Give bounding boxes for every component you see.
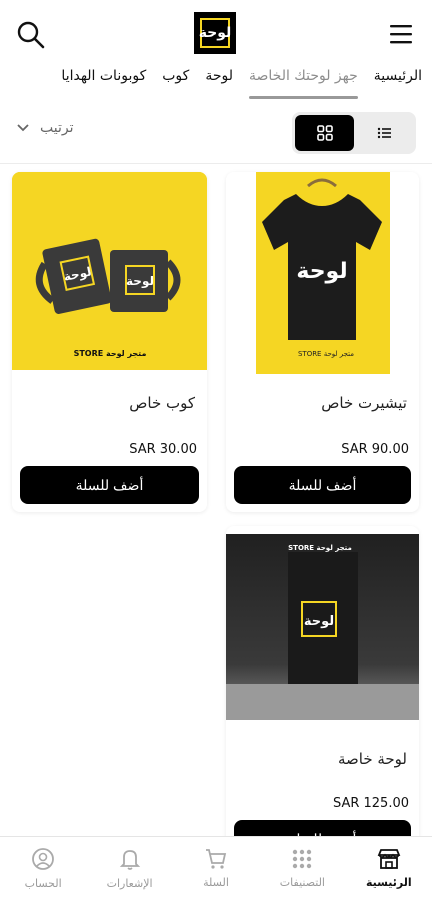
- svg-text:STORE متجر لوحة: STORE متجر لوحة: [288, 544, 352, 552]
- product-title: كوب خاص: [129, 394, 195, 412]
- grid-icon: [316, 125, 333, 141]
- product-price: SAR 125.00: [332, 796, 409, 811]
- product-image-board: STORE متجر لوحة لوحة: [226, 534, 419, 720]
- store-logo[interactable]: لوحة: [194, 12, 236, 54]
- tab-board[interactable]: لوحة: [205, 62, 233, 102]
- sort-dropdown[interactable]: ترتيب: [16, 120, 74, 136]
- nav-label: الرئيسية: [365, 876, 412, 889]
- top-bar: لوحة: [0, 0, 432, 62]
- logo-frame: لوحة: [198, 18, 232, 48]
- list-icon: [377, 127, 391, 139]
- product-image-mug: لوحة لوحة STORE متجر لوحة: [12, 172, 207, 370]
- bottom-navigation: الرئيسية التصنيفات السلة الإشعارات الحسا…: [0, 836, 432, 900]
- tab-mug[interactable]: كوب: [162, 62, 189, 102]
- nav-item-home[interactable]: الرئيسية: [346, 837, 432, 900]
- tab-custom-board[interactable]: جهز لوحتك الخاصة: [249, 62, 358, 102]
- add-to-cart-button[interactable]: أضف للسلة: [234, 466, 411, 504]
- product-card-tshirt[interactable]: لوحة STORE متجر لوحة تيشيرت خاص SAR 90.0…: [226, 172, 419, 512]
- svg-text:STORE متجر لوحة: STORE متجر لوحة: [298, 350, 354, 358]
- tab-gift-coupons[interactable]: كوبونات الهدايا: [61, 62, 146, 102]
- hamburger-menu-icon[interactable]: [388, 22, 414, 46]
- product-price: SAR 90.00: [341, 442, 409, 457]
- nav-label: التصنيفات: [279, 876, 325, 889]
- nav-label: السلة: [203, 876, 229, 889]
- product-price: SAR 30.00: [129, 442, 197, 457]
- category-tabs: الرئيسية جهز لوحتك الخاصة لوحة كوب كوبون…: [0, 62, 432, 102]
- store-icon: [377, 849, 401, 869]
- product-title: لوحة خاصة: [337, 750, 407, 768]
- grid-dots-icon: [293, 849, 312, 869]
- list-view-button[interactable]: [354, 115, 413, 151]
- view-toggle: [292, 112, 416, 154]
- nav-item-notifications[interactable]: الإشعارات: [86, 837, 172, 900]
- svg-text:لوحة: لوحة: [304, 614, 334, 629]
- product-card-board[interactable]: STORE متجر لوحة لوحة لوحة خاصة SAR 125.0…: [226, 526, 419, 856]
- listing-toolbar: ترتيب: [0, 110, 432, 156]
- nav-item-account[interactable]: الحساب: [0, 837, 86, 900]
- product-title: تيشيرت خاص: [321, 394, 407, 412]
- product-card-mug[interactable]: لوحة لوحة STORE متجر لوحة كوب خاص SAR 30…: [12, 172, 207, 512]
- search-icon[interactable]: [16, 20, 46, 50]
- nav-label: الحساب: [24, 877, 62, 890]
- divider: [0, 163, 432, 164]
- tab-home[interactable]: الرئيسية: [374, 62, 422, 102]
- nav-item-cart[interactable]: السلة: [173, 837, 259, 900]
- bell-icon: [119, 850, 140, 870]
- user-icon: [32, 848, 55, 870]
- chevron-down-icon: [17, 124, 29, 132]
- logo-text: لوحة: [198, 25, 232, 41]
- svg-text:لوحة: لوحة: [296, 259, 347, 284]
- grid-view-button[interactable]: [295, 115, 354, 151]
- svg-text:لوحة: لوحة: [126, 274, 154, 289]
- cart-icon: [205, 849, 227, 869]
- add-to-cart-button[interactable]: أضف للسلة: [20, 466, 199, 504]
- nav-item-categories[interactable]: التصنيفات: [259, 837, 345, 900]
- nav-label: الإشعارات: [106, 877, 153, 890]
- product-image-tshirt: لوحة STORE متجر لوحة: [226, 172, 419, 374]
- svg-text:STORE متجر لوحة: STORE متجر لوحة: [74, 349, 147, 358]
- sort-label: ترتيب: [40, 120, 74, 136]
